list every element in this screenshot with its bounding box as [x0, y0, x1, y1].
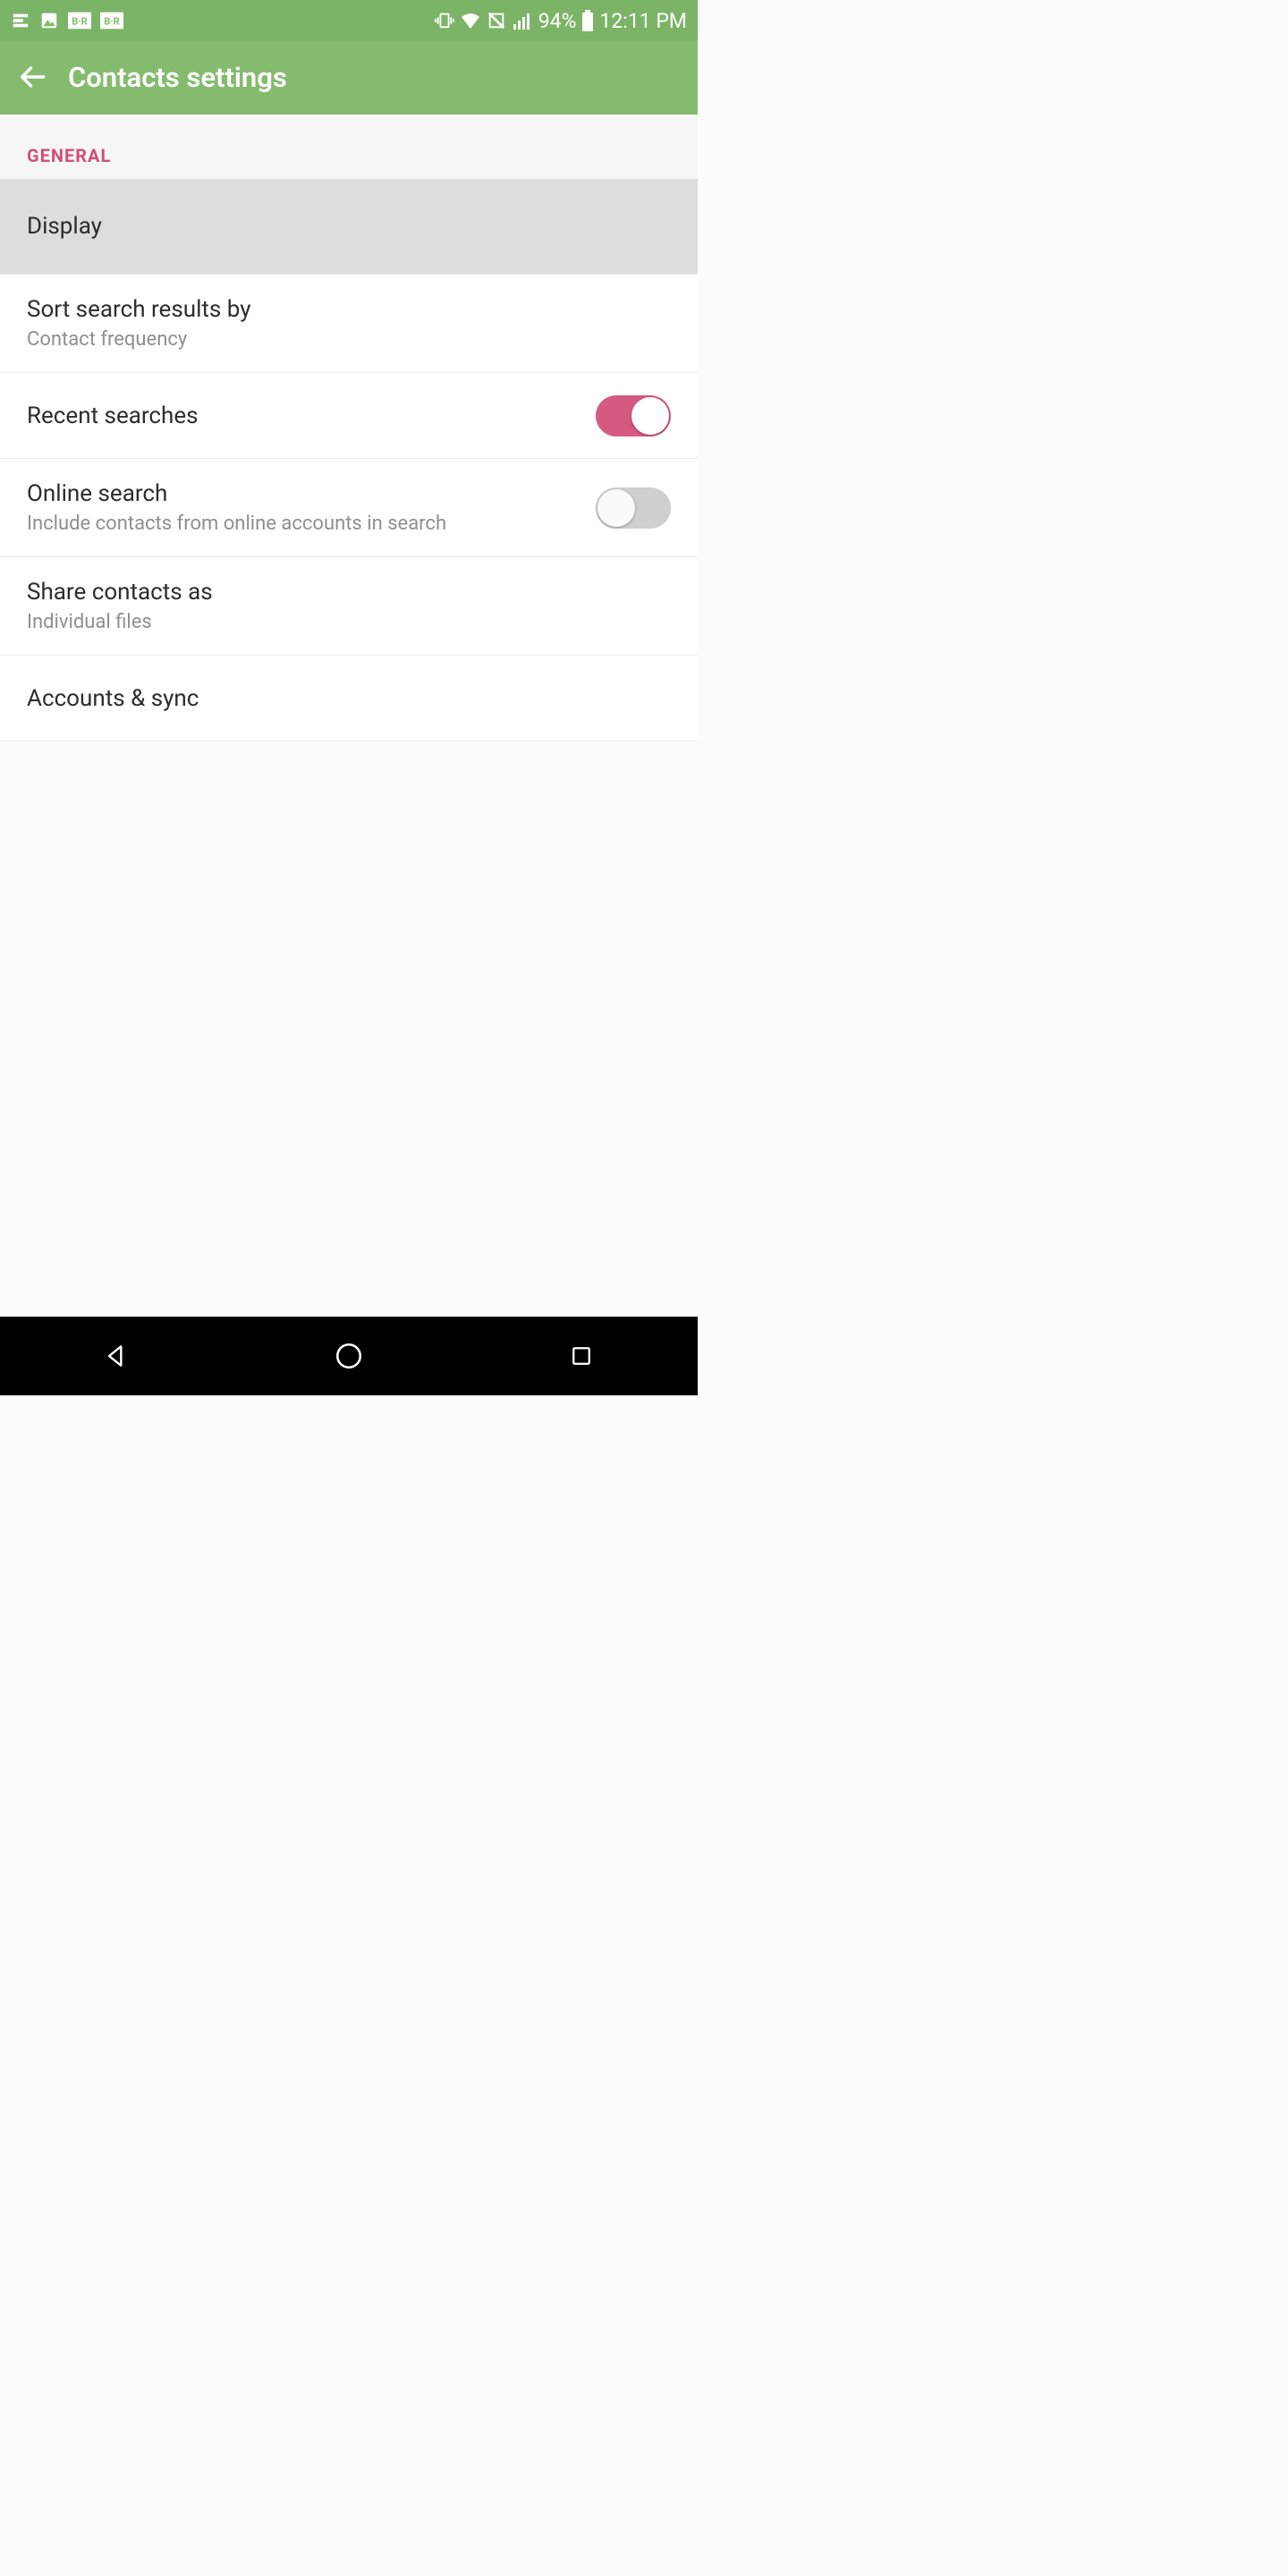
nav-recents-button[interactable]: [563, 1337, 600, 1375]
e-icon: [11, 11, 30, 30]
toggle-knob: [631, 397, 669, 435]
row-title: Online search: [27, 480, 446, 507]
row-title: Recent searches: [27, 402, 199, 429]
br-icon: B·R: [68, 12, 91, 30]
br-icon: B·R: [100, 12, 123, 30]
row-accounts-sync[interactable]: Accounts & sync: [0, 656, 698, 741]
row-subtitle: Individual files: [27, 611, 213, 633]
back-button[interactable]: [16, 61, 48, 93]
vibrate-icon: [435, 11, 454, 30]
settings-list: Display Sort search results by Contact f…: [0, 179, 698, 741]
arrow-left-icon: [17, 62, 47, 92]
battery-icon: [581, 10, 594, 31]
row-display[interactable]: Display: [0, 179, 698, 274]
nav-home-button[interactable]: [330, 1337, 368, 1375]
svg-text:B·R: B·R: [104, 16, 120, 28]
circle-home-icon: [334, 1341, 364, 1371]
app-bar: Contacts settings: [0, 41, 698, 114]
page-title: Contacts settings: [68, 61, 287, 94]
section-header-general: GENERAL: [0, 114, 698, 179]
status-notification-icons: B·R B·R: [11, 11, 123, 30]
status-bar: B·R B·R 94% 12:11 PM: [0, 0, 698, 41]
status-system-icons: 94% 12:11 PM: [435, 9, 687, 33]
battery-percent-label: 94%: [538, 9, 577, 33]
row-title: Display: [27, 213, 102, 240]
svg-text:B·R: B·R: [72, 16, 88, 28]
row-subtitle: Include contacts from online accounts in…: [27, 513, 446, 535]
nav-back-button[interactable]: [97, 1337, 135, 1375]
row-title: Share contacts as: [27, 579, 213, 606]
toggle-online-search[interactable]: [596, 487, 671, 529]
signal-icon: [512, 10, 533, 31]
wifi-icon: [460, 10, 481, 31]
row-title: Sort search results by: [27, 296, 251, 323]
row-title: Accounts & sync: [27, 685, 199, 712]
picture-icon: [39, 11, 59, 30]
row-online-search[interactable]: Online search Include contacts from onli…: [0, 459, 698, 557]
triangle-back-icon: [102, 1342, 131, 1370]
toggle-recent-searches[interactable]: [596, 395, 671, 436]
row-subtitle: Contact frequency: [27, 328, 251, 351]
row-share-contacts[interactable]: Share contacts as Individual files: [0, 557, 698, 656]
square-recents-icon: [568, 1343, 595, 1369]
navigation-bar: [0, 1317, 698, 1395]
clock-label: 12:11 PM: [599, 9, 687, 33]
row-sort-search[interactable]: Sort search results by Contact frequency: [0, 274, 698, 373]
toggle-knob: [597, 489, 635, 527]
nfc-off-icon: [487, 11, 506, 30]
row-recent-searches[interactable]: Recent searches: [0, 373, 698, 459]
